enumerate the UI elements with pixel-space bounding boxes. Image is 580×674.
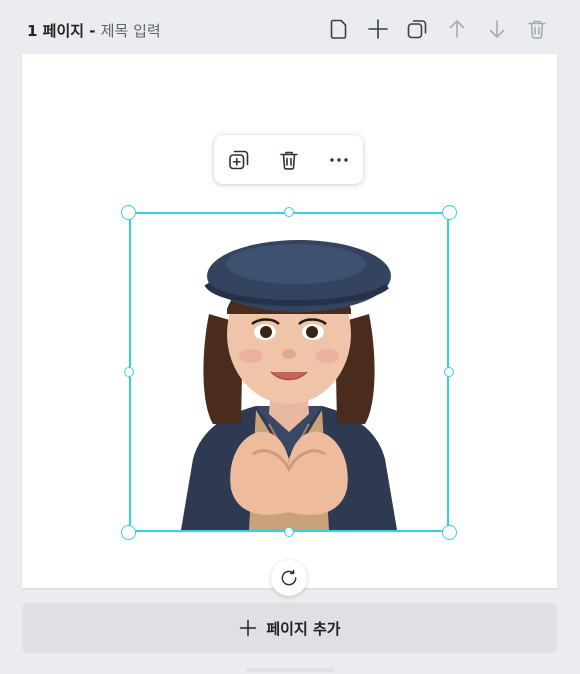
resize-handle-left[interactable] — [124, 367, 134, 377]
plus-icon — [240, 619, 257, 637]
plus-icon[interactable] — [365, 16, 391, 42]
selection-box — [129, 212, 449, 532]
add-page-label: 페이지 추가 — [266, 619, 341, 638]
resize-handle-bottom[interactable] — [284, 527, 294, 537]
page-title-input[interactable]: 제목 입력 — [101, 22, 161, 40]
title-separator: - — [84, 22, 101, 40]
rotate-handle[interactable] — [271, 560, 307, 596]
rotate-icon — [281, 569, 297, 586]
more-options-icon[interactable] — [325, 146, 353, 174]
trash-icon[interactable] — [524, 16, 550, 42]
duplicate-icon[interactable] — [404, 16, 430, 42]
resize-handle-bottom-left[interactable] — [121, 525, 136, 540]
resize-handle-right[interactable] — [444, 367, 454, 377]
resize-handle-top-right[interactable] — [442, 205, 457, 220]
element-toolbar — [214, 135, 363, 184]
arrow-up-icon[interactable] — [444, 16, 470, 42]
resize-handle-top-left[interactable] — [121, 205, 136, 220]
page-title[interactable]: 1 페이지 - 제목 입력 — [27, 20, 161, 42]
resize-handle-bottom-right[interactable] — [442, 525, 457, 540]
delete-element-icon[interactable] — [275, 146, 303, 174]
duplicate-element-icon[interactable] — [225, 146, 253, 174]
resize-handle-top[interactable] — [284, 207, 294, 217]
new-page-icon[interactable] — [326, 16, 352, 42]
page-number: 1 페이지 — [27, 22, 85, 40]
arrow-down-icon[interactable] — [484, 16, 510, 42]
scroll-grabber — [246, 668, 334, 672]
add-page-button[interactable]: 페이지 추가 — [22, 603, 557, 653]
page-header: 1 페이지 - 제목 입력 — [0, 0, 580, 54]
